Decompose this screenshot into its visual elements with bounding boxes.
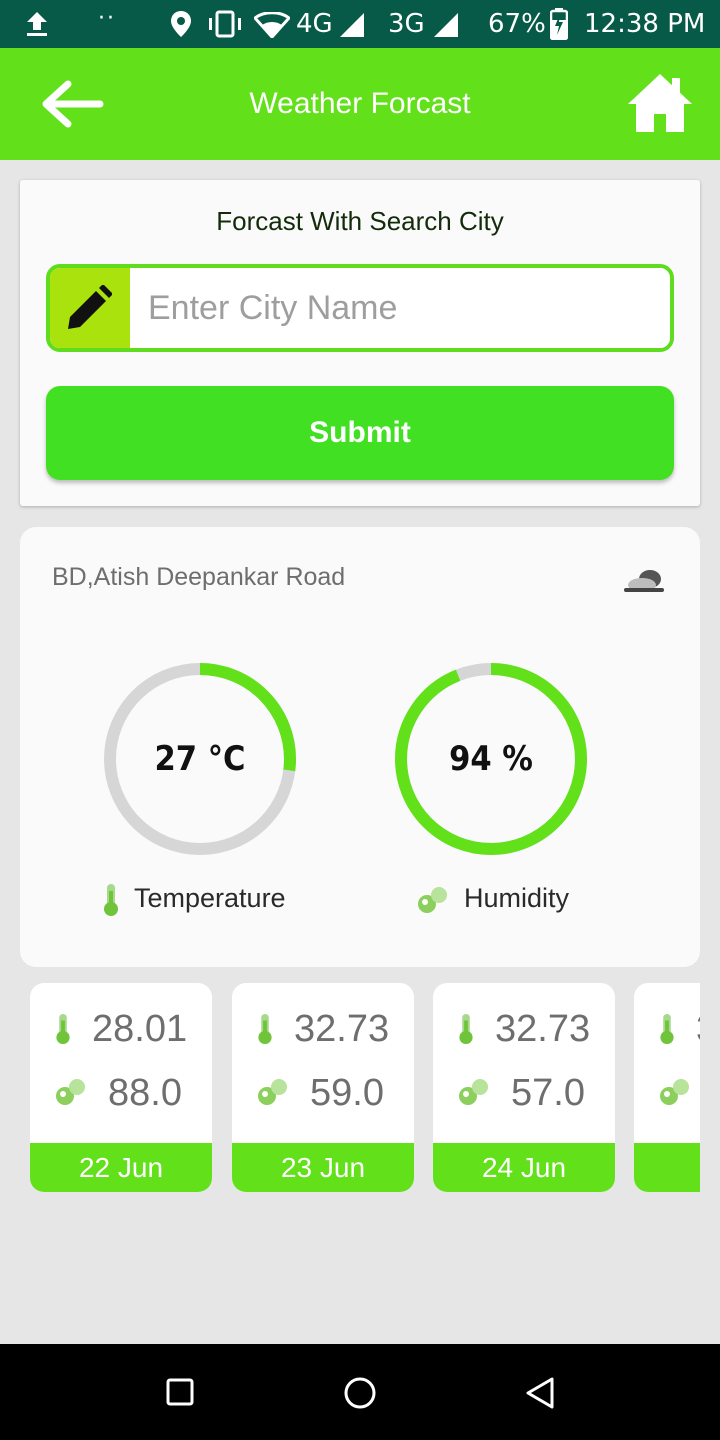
city-search-input[interactable] (132, 268, 670, 348)
forecast-temp: 32.73 (294, 1008, 390, 1050)
status-bar: ·· 4G 3G 67% 12:38 PM (0, 0, 720, 48)
forecast-date: 24 Jun (433, 1143, 615, 1192)
forecast-humidity: 88.0 (108, 1072, 182, 1114)
wifi-icon (254, 12, 290, 38)
forecast-humidity-row: 88.0 (30, 1069, 212, 1115)
temperature-label-row: Temperature (102, 881, 286, 917)
forecast-date: 25 (634, 1143, 700, 1192)
city-search-field (46, 264, 674, 352)
network-3g-label: 3G (388, 9, 425, 39)
humidity-gauge: 94 % (391, 659, 591, 859)
location-icon (171, 11, 191, 37)
navigation-bar (0, 1344, 720, 1440)
location-label: BD,Atish Deepankar Road (52, 563, 346, 591)
signal-icon (434, 13, 458, 37)
water-drops-icon (457, 1077, 491, 1112)
pencil-icon (50, 268, 130, 348)
home-icon[interactable] (626, 72, 694, 134)
forecast-humidity-row: 57.0 (433, 1069, 615, 1115)
water-drops-icon (54, 1077, 88, 1112)
forecast-temp-row: 3 (634, 1005, 700, 1051)
forecast-strip[interactable]: 28.01 88.0 22 Jun 32.73 59.0 23 Jun 32.73 57.0 2… (0, 983, 700, 1193)
screen: ·· 4G 3G 67% 12:38 PM Weather Forcast Fo… (0, 0, 720, 1440)
upload-icon (27, 12, 47, 36)
forecast-card[interactable]: 3 25 (634, 983, 700, 1192)
thermometer-icon (104, 883, 118, 916)
signal-icon (340, 13, 364, 37)
vibrate-icon (209, 10, 241, 38)
forecast-temp-row: 32.73 (232, 1005, 414, 1051)
water-drops-icon (256, 1077, 290, 1112)
temperature-label: Temperature (134, 883, 286, 913)
forecast-card[interactable]: 32.73 59.0 23 Jun (232, 983, 414, 1192)
submit-button[interactable]: Submit (46, 386, 674, 480)
forecast-humidity-row: 59.0 (232, 1069, 414, 1115)
forecast-temp-row: 32.73 (433, 1005, 615, 1051)
forecast-temp-row: 28.01 (30, 1005, 212, 1051)
clock: 12:38 PM (584, 9, 706, 39)
temperature-gauge: 27 °C (100, 659, 300, 859)
humidity-value: 94 % (449, 739, 533, 779)
battery-percent: 67% (488, 9, 546, 39)
dots-icon: ·· (98, 6, 116, 31)
thermometer-icon (256, 1013, 274, 1050)
forecast-humidity: 57.0 (511, 1072, 585, 1114)
app-bar: Weather Forcast (0, 48, 720, 160)
forecast-temp: 28.01 (92, 1008, 188, 1050)
home-circle-icon[interactable] (343, 1376, 377, 1410)
water-drops-icon (418, 886, 447, 913)
forecast-temp: 3 (696, 1007, 700, 1051)
thermometer-icon (658, 1013, 676, 1050)
search-card: Forcast With Search City Submit (20, 180, 700, 506)
forecast-temp: 32.73 (495, 1008, 591, 1050)
network-4g-label: 4G (296, 9, 333, 39)
forecast-card[interactable]: 32.73 57.0 24 Jun (433, 983, 615, 1192)
forecast-date: 22 Jun (30, 1143, 212, 1192)
thermometer-icon (54, 1013, 72, 1050)
forecast-card[interactable]: 28.01 88.0 22 Jun (30, 983, 212, 1192)
forecast-date: 23 Jun (232, 1143, 414, 1192)
recents-square-icon[interactable] (166, 1378, 194, 1406)
current-weather-card: BD,Atish Deepankar Road 27 °C 94 % Tempe… (20, 527, 700, 967)
search-heading: Forcast With Search City (216, 206, 504, 236)
back-triangle-icon[interactable] (524, 1376, 556, 1410)
water-drops-icon (658, 1077, 692, 1112)
page-title: Weather Forcast (249, 87, 471, 120)
humidity-label: Humidity (464, 883, 570, 913)
temperature-value: 27 °C (154, 739, 246, 779)
thermometer-icon (457, 1013, 475, 1050)
forecast-humidity: 59.0 (310, 1072, 384, 1114)
forecast-humidity-row (634, 1069, 700, 1115)
battery-icon (550, 8, 568, 40)
cloud-icon (624, 570, 664, 592)
humidity-label-row: Humidity (416, 881, 569, 915)
